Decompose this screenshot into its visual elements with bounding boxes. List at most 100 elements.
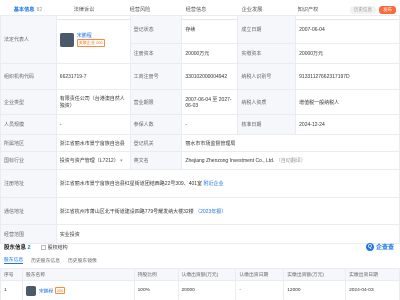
paid-capital-label: 实缴资本 (237, 43, 297, 64)
org-code-value: 66231719-7 (55, 63, 131, 90)
associated-companies-badge[interactable]: 关联企业 200 (76, 39, 105, 47)
company-type-label: 企业类型 (0, 89, 57, 115)
avatar (59, 32, 74, 47)
info-row: 法定代表人 宋鹏程 关联企业 200 登记状态 存续 成立日期 2007-06-… (0, 15, 400, 64)
logo-mark-icon: Q (365, 242, 374, 251)
col-header: 股东名称 (21, 268, 135, 281)
annual-report-link[interactable]: （2023年报） (195, 209, 226, 215)
ratio-value: 100% (133, 280, 179, 300)
table-row: 1 宋鹏程 200 100% 20000 - 12000 2024-04-03 (0, 280, 400, 300)
subtab-history-shareholders[interactable]: 历史股东信息 (31, 257, 60, 264)
authority-value: 丽水市市场监督管理局 (181, 134, 400, 152)
info-row: 通信地址 浙江省杭州市萧山区北干街道建设四路779号耀发纳大楼32楼 （2023… (0, 197, 400, 225)
taxpayer-quality-label: 纳税人资质 (237, 89, 297, 115)
shareholders-title: 股东信息 (4, 245, 27, 251)
legal-rep-name[interactable]: 宋鹏程 (77, 32, 105, 39)
paid-amount-value: 12000 (283, 280, 347, 300)
reg-address-label: 注册地址 (0, 169, 57, 198)
info-row: 组织机构代码 66231719-7 工商注册号 330102000004942 … (0, 63, 400, 90)
table-header-row: 序号 股东名称 持股比例 认缴出资额(万元) 认缴出资日期 实缴出资额(万元) … (0, 268, 400, 281)
row-index: 1 (0, 280, 23, 300)
info-row: 注册地址 浙江省丽水市景宁畲族自治县红星街道团结西路22号309、401室 附近… (0, 169, 400, 198)
shareholding-chart-toggle[interactable]: 股权结构 (40, 244, 68, 251)
info-row: 国标行业 投资与资产管理（L7212） ▾ 英文名 Zhejiang Zhenz… (0, 151, 400, 170)
checkbox-icon (40, 244, 46, 250)
reg-address-cell: 浙江省丽水市景宁畲族自治县红星街道团结西路22号309、401室 附近企业 (55, 169, 400, 198)
tab-label: 法律诉讼 (73, 6, 95, 13)
authority-label: 登记机关 (129, 134, 183, 152)
founded-label: 成立日期 (237, 15, 297, 44)
history-info-link[interactable]: 历史信息 (350, 6, 376, 14)
col-header[interactable]: 认缴出资额(万元) (177, 268, 237, 281)
subtab-shareholders[interactable]: 股东信息 (4, 256, 24, 264)
founded-value: 2007-06-04 (295, 15, 400, 44)
reg-capital-value: 20000万元 (181, 43, 239, 64)
paid-capital-value: 20000万元 (295, 43, 400, 64)
shareholder-name[interactable]: 宋鹏程 (39, 289, 53, 294)
reg-capital-label: 注册资本 (129, 43, 183, 64)
staff-size-value: - (55, 114, 131, 135)
nearby-companies-link[interactable]: 附近企业 (203, 181, 223, 187)
taxpayer-id-value: 91331127662317197D (295, 63, 400, 90)
sub-date-value: - (235, 280, 285, 300)
tab-right-actions: 历史信息 发布 (350, 6, 396, 14)
brand-logo: Q 企查查 (365, 242, 394, 251)
biz-reg-label: 工商注册号 (129, 63, 183, 90)
tab-label: 基本信息 (13, 6, 35, 13)
section-title: 股东信息 2 (4, 243, 31, 251)
shareholders-subtabs: 股东信息 历史股东信息 历史股东镜像 (0, 254, 400, 266)
col-header[interactable]: 持股比例 (133, 268, 179, 281)
region-label: 所属地区 (0, 134, 57, 152)
col-header[interactable]: 实缴出资额(万元) (283, 268, 347, 281)
biz-term-label: 营业期限 (129, 89, 183, 115)
shareholders-table: 序号 股东名称 持股比例 认缴出资额(万元) 认缴出资日期 实缴出资额(万元) … (0, 268, 400, 300)
industry-label: 国标行业 (0, 151, 57, 170)
sub-amount-value: 20000 (177, 280, 237, 300)
chevron-down-icon[interactable]: ▾ (120, 158, 123, 164)
tab-label: 经营信息 (185, 6, 207, 13)
shareholders-count: 2 (27, 245, 31, 251)
legal-rep-label: 法定代表人 (0, 15, 57, 64)
english-name-value: Zhejiang Zhenzong Investment Co., Ltd. (185, 158, 275, 164)
subtab-history-mirror[interactable]: 历史股东镜像 (68, 257, 97, 264)
english-name-label: 英文名 (129, 151, 183, 170)
tab-label: 企业发展 (241, 6, 263, 13)
biz-reg-value: 330102000004942 (181, 63, 239, 90)
reg-status-value: 存续 (181, 15, 239, 44)
approval-date-label: 核准日期 (237, 114, 297, 135)
publish-button[interactable]: 发布 (379, 6, 396, 14)
reg-address-value: 浙江省丽水市景宁畲族自治县红星街道团结西路22号309、401室 (59, 181, 203, 187)
approval-date-value: 2024-12-24 (295, 114, 400, 135)
industry-value: 投资与资产管理（L7212） (59, 158, 119, 164)
col-header: 序号 (0, 268, 23, 281)
info-row: 人员规模 - 参保人数 - 核准日期 2024-12-24 (0, 114, 400, 135)
english-name-cell: Zhejiang Zhenzong Investment Co., Ltd. （… (181, 151, 400, 170)
taxpayer-id-label: 纳税人识别号 (237, 63, 297, 90)
shareholder-cell: 宋鹏程 200 (21, 280, 135, 300)
basic-info-table: 法定代表人 宋鹏程 关联企业 200 登记状态 存续 成立日期 2007-06-… (0, 15, 400, 244)
info-row: 所属地区 浙江省丽水市景宁畲族自治县 登记机关 丽水市市场监督管理局 (0, 134, 400, 152)
insured-value: - (181, 114, 239, 135)
comm-address-value: 浙江省杭州市萧山区北干街道建设四路779号耀发纳大楼32楼 (59, 208, 194, 215)
org-code-label: 组织机构代码 (0, 63, 57, 90)
legal-rep-cell: 宋鹏程 关联企业 200 (55, 15, 131, 64)
comm-address-cell: 浙江省杭州市萧山区北干街道建设四路779号耀发纳大楼32楼 （2023年报） (55, 197, 400, 225)
avatar (25, 285, 36, 296)
tab-label: 知识产权 (297, 6, 319, 13)
industry-cell: 投资与资产管理（L7212） ▾ (55, 151, 131, 170)
associated-companies-badge[interactable]: 200 (54, 286, 66, 294)
reg-status-label: 登记状态 (129, 15, 183, 44)
english-name-note: （自动翻译） (275, 158, 306, 164)
insured-label: 参保人数 (129, 114, 183, 135)
tab-label: 经营风险 (129, 6, 151, 13)
region-value: 浙江省丽水市景宁畲族自治县 (55, 134, 131, 152)
shareholders-header: 股东信息 2 股权结构 Q 企查查 (0, 240, 400, 254)
shareholding-chart-label: 股权结构 (47, 244, 68, 251)
col-header[interactable]: 实缴出资日期 (345, 268, 400, 281)
tab-count: 82 (36, 6, 43, 13)
company-type-value: 有限责任公司（台港澳自然人独资） (55, 89, 131, 115)
col-header[interactable]: 认缴出资日期 (235, 268, 285, 281)
info-row: 企业类型 有限责任公司（台港澳自然人独资） 营业期限 2007-06-04 至 … (0, 89, 400, 115)
logo-text: 企查查 (375, 245, 394, 251)
staff-size-label: 人员规模 (0, 114, 57, 135)
